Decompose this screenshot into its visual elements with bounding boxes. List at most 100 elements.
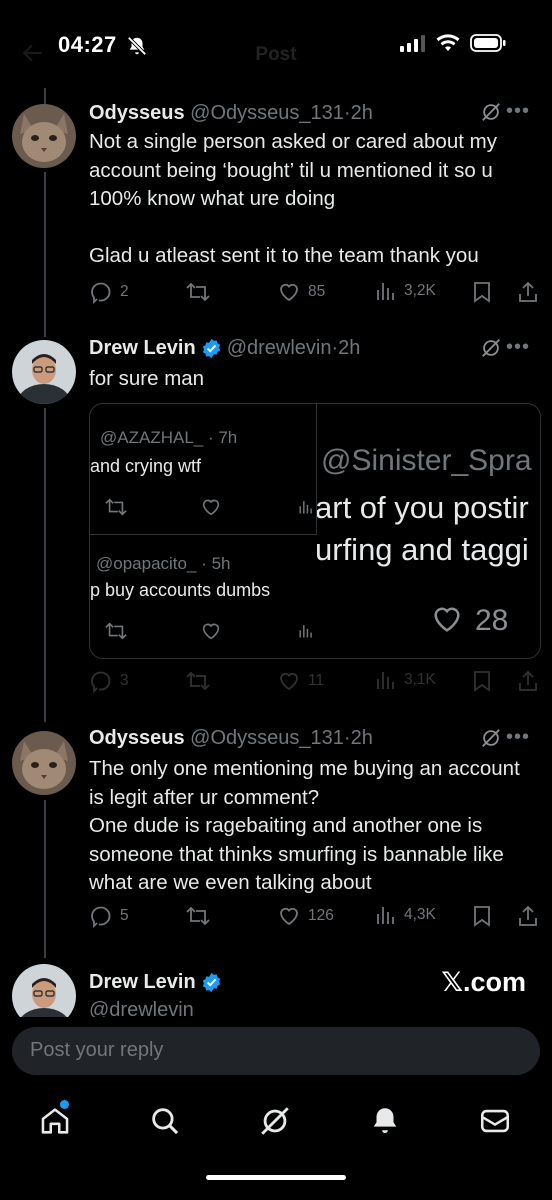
verified-badge-icon <box>202 338 220 359</box>
share-icon <box>519 670 537 691</box>
views-count: 3,1K <box>404 671 436 688</box>
repost-icon <box>104 620 128 647</box>
heart-icon <box>429 602 465 641</box>
separator-dot: · <box>343 102 351 124</box>
repost-icon <box>186 906 210 926</box>
zoomed-text-line: urfing and taggi <box>317 532 529 567</box>
reply-count: 3 <box>120 672 129 689</box>
thread-line <box>44 408 46 722</box>
embedded-reply-card: @opapacito_ · 5h p buy accounts dumbs <box>90 534 316 658</box>
reply-count: 5 <box>120 907 129 924</box>
post-author-handle[interactable]: @drewlevin <box>89 999 194 1017</box>
post-text: The only one mentioning me buying an acc… <box>89 757 520 894</box>
share-button[interactable] <box>517 904 539 928</box>
embedded-text: p buy accounts dumbs <box>90 580 271 600</box>
bell-icon <box>373 1108 397 1134</box>
grok-icon[interactable] <box>480 337 502 364</box>
home-icon <box>41 1108 69 1134</box>
avatar-drew-levin[interactable] <box>12 340 76 404</box>
more-options-icon[interactable]: ••• <box>506 726 530 749</box>
post-author-name[interactable]: Drew Levin <box>89 971 196 994</box>
embedded-time: 5h <box>211 554 231 573</box>
reply-count: 2 <box>120 283 129 300</box>
more-options-icon[interactable]: ••• <box>506 100 530 123</box>
like-button[interactable]: 85 <box>277 280 325 304</box>
repost-button[interactable] <box>185 904 211 928</box>
separator-dot: · <box>343 727 351 749</box>
separator-dot: · <box>203 428 219 447</box>
mail-icon <box>480 1109 510 1133</box>
post-actions: 3 11 3,1K <box>89 669 539 695</box>
tab-grok[interactable] <box>258 1104 292 1143</box>
tab-home[interactable] <box>38 1100 72 1143</box>
battery-icon <box>470 34 506 57</box>
verified-badge-icon <box>202 972 220 993</box>
notification-dot <box>60 1100 69 1109</box>
heart-icon <box>280 283 298 302</box>
zoomed-crop: @Sinister_Spra art of you postir urfing … <box>317 404 540 658</box>
post-time: 2h <box>350 727 373 749</box>
bookmark-icon <box>474 671 490 692</box>
views-icon <box>298 498 314 521</box>
like-count: 11 <box>308 672 325 689</box>
like-button[interactable]: 11 <box>277 669 324 693</box>
embedded-handle: @AZAZHAL_ <box>100 428 204 447</box>
thread-line <box>44 88 46 104</box>
bookmark-icon <box>474 906 490 927</box>
like-count: 126 <box>308 907 334 924</box>
wifi-icon <box>436 34 460 57</box>
reply-button[interactable]: 2 <box>89 280 129 304</box>
x-watermark: 𝕏.com <box>441 967 526 997</box>
zoomed-handle: @Sinister_Spra <box>321 444 532 477</box>
post-author-handle[interactable]: @Odysseus_131 <box>190 727 344 749</box>
avatar-odysseus[interactable] <box>12 731 76 795</box>
reply-button[interactable]: 5 <box>89 904 129 928</box>
tab-search[interactable] <box>148 1104 182 1143</box>
like-count: 85 <box>308 283 326 300</box>
post-time: 2h <box>338 337 361 359</box>
next-post-preview: Drew Levin @drewlevin 𝕏.com <box>0 955 552 1017</box>
home-indicator <box>206 1175 346 1180</box>
search-icon <box>152 1108 179 1135</box>
attached-image[interactable]: @AZAZHAL_ · 7h and crying wtf @opapacito… <box>89 403 541 659</box>
heart-icon <box>280 672 298 691</box>
bookmark-button[interactable] <box>471 280 493 304</box>
back-arrow-icon[interactable] <box>20 40 46 71</box>
views-icon <box>377 283 394 300</box>
bookmark-button[interactable] <box>471 904 493 928</box>
avatar-odysseus[interactable] <box>12 104 76 168</box>
reply-button[interactable]: 3 <box>89 669 129 693</box>
repost-icon <box>186 671 210 691</box>
heart-icon <box>200 620 222 647</box>
post-actions: 2 85 3,2K <box>89 280 539 306</box>
like-button[interactable]: 126 <box>277 904 334 928</box>
post-time: 2h <box>350 102 373 124</box>
repost-button[interactable] <box>185 280 211 304</box>
post-author-name[interactable]: Drew Levin <box>89 337 196 360</box>
share-button[interactable] <box>517 669 539 693</box>
zoomed-text-line: art of you postir <box>317 490 529 525</box>
post-author-handle[interactable]: @Odysseus_131 <box>190 102 344 124</box>
grok-icon[interactable] <box>480 101 502 128</box>
tab-notifications[interactable] <box>368 1104 402 1143</box>
views-icon <box>298 622 314 645</box>
tab-messages[interactable] <box>478 1104 512 1143</box>
thread-line <box>44 172 46 337</box>
grok-icon <box>261 1107 289 1135</box>
bookmark-button[interactable] <box>471 669 493 693</box>
views-button[interactable]: 3,1K <box>375 669 436 691</box>
repost-button[interactable] <box>185 669 211 693</box>
grok-icon[interactable] <box>480 727 502 754</box>
views-button[interactable]: 4,3K <box>375 904 436 926</box>
heart-icon <box>280 907 298 926</box>
post-text: for sure man <box>89 367 205 390</box>
views-button[interactable]: 3,2K <box>375 280 436 302</box>
more-options-icon[interactable]: ••• <box>506 336 530 359</box>
share-button[interactable] <box>517 280 539 304</box>
post-author-handle[interactable]: @drewlevin <box>227 337 332 359</box>
post-author-name[interactable]: Odysseus <box>89 727 185 749</box>
embedded-handle: @opapacito_ <box>96 554 197 573</box>
post-author-name[interactable]: Odysseus <box>89 102 185 124</box>
avatar-drew-levin[interactable] <box>12 964 76 1017</box>
thread-line <box>44 800 46 958</box>
